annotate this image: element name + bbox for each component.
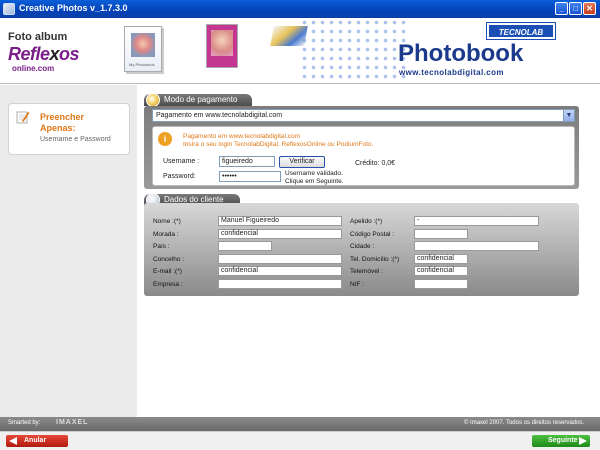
- apelido-label: Apelido :(*): [350, 218, 383, 225]
- username-input[interactable]: figueiredo: [219, 156, 275, 167]
- footer: Smarted by: IMAXEL © Imaxel 2007. Todos …: [0, 417, 600, 431]
- tecnolab-url: www.tecnolabdigital.com: [399, 68, 504, 77]
- tecnolab-logo: TECNOLAB: [487, 23, 555, 39]
- cidade-input[interactable]: [414, 241, 539, 251]
- codigo-postal-label: Código Postal :: [350, 231, 395, 238]
- smarted-by-text: Smarted by:: [8, 420, 41, 426]
- coins-icon: [146, 93, 160, 107]
- imaxel-logo: IMAXEL: [56, 419, 89, 426]
- telemovel-label: Telemóvel :: [350, 268, 383, 275]
- payment-method-select[interactable]: Pagamento em www.tecnolabdigital.com ▼: [152, 109, 575, 122]
- client-form: Nome :(*) Manuel Figueiredo Morada : con…: [144, 203, 579, 296]
- arrow-right-icon: [579, 437, 587, 445]
- payment-box: Pagamento em www.tecnolabdigital.com ▼ i…: [144, 106, 579, 189]
- concelho-label: Concelho :: [153, 256, 185, 263]
- step-box: Preencher Apenas: Username e Password: [8, 103, 130, 155]
- email-input[interactable]: confidencial: [218, 266, 342, 276]
- info-url-text: Pagamento em www.tecnolabdigital.com: [183, 133, 301, 140]
- close-button[interactable]: ✕: [583, 2, 596, 15]
- morada-label: Morada :: [153, 231, 179, 238]
- password-label: Password:: [163, 173, 196, 180]
- nome-input[interactable]: Manuel Figueiredo: [218, 216, 342, 226]
- app-icon: [3, 3, 15, 15]
- copyright-text: © Imaxel 2007. Todos os direitos reserva…: [463, 420, 584, 426]
- decorative-dots: [300, 18, 410, 83]
- apelido-input[interactable]: -: [414, 216, 539, 226]
- payment-section-header: Modo de pagamento: [144, 93, 252, 107]
- email-label: E-mail :(*): [153, 268, 182, 275]
- nif-input[interactable]: [414, 279, 468, 289]
- cidade-label: Cidade :: [350, 243, 375, 250]
- morada-input[interactable]: confidencial: [218, 229, 342, 239]
- navigation-bar: Anular Seguinte: [0, 431, 600, 450]
- title-bar: Creative Photos v_1.7.3.0 _ □ ✕: [0, 0, 600, 18]
- minimize-button[interactable]: _: [555, 2, 568, 15]
- next-button[interactable]: Seguinte: [532, 435, 590, 447]
- photobook-thumbnail-2: [206, 24, 238, 68]
- foto-album-text: Foto album: [8, 31, 68, 43]
- empresa-input[interactable]: [218, 279, 342, 289]
- chevron-down-icon[interactable]: ▼: [563, 110, 574, 121]
- pais-input[interactable]: [218, 241, 272, 251]
- reflexos-online-text: online.com: [12, 64, 55, 73]
- info-icon: i: [158, 132, 172, 146]
- nome-label: Nome :(*): [153, 218, 181, 225]
- maximize-button[interactable]: □: [569, 2, 582, 15]
- credit-text: Crédito: 0,0€: [355, 160, 396, 167]
- sidebar: Preencher Apenas: Username e Password: [0, 85, 137, 417]
- nif-label: NIF :: [350, 281, 365, 288]
- photobook-thumbnail-1: My Photobook: [124, 26, 162, 72]
- login-panel: i Pagamento em www.tecnolabdigital.com I…: [152, 126, 575, 186]
- password-input[interactable]: ••••••: [219, 171, 281, 182]
- pencil-icon: [16, 111, 30, 124]
- username-label: Username :: [163, 158, 200, 165]
- banner: Foto album Reflexos online.com My Photob…: [0, 18, 600, 84]
- arrow-left-icon: [9, 437, 17, 445]
- validation-message: Username validado. Clique em Seguinte.: [285, 170, 344, 185]
- tel-domicilio-input[interactable]: confidencial: [414, 254, 468, 264]
- verify-button[interactable]: Verificar: [279, 156, 325, 168]
- reflexos-logo: Reflexos: [8, 44, 80, 64]
- tel-domicilio-label: Tel. Domicílio :(*): [350, 256, 400, 263]
- empresa-label: Empresa :: [153, 281, 183, 288]
- cancel-button[interactable]: Anular: [6, 435, 68, 447]
- codigo-postal-input[interactable]: [414, 229, 468, 239]
- step-title: Preencher Apenas:: [40, 112, 85, 133]
- step-description: Username e Password: [40, 136, 111, 143]
- window-title: Creative Photos v_1.7.3.0: [19, 3, 128, 13]
- telemovel-input[interactable]: confidencial: [414, 266, 468, 276]
- info-text: Insira o seu login TecnolabDigital, Refl…: [183, 141, 374, 148]
- concelho-input[interactable]: [218, 254, 342, 264]
- pais-label: País :: [153, 243, 170, 250]
- photobook-title: Photobook: [398, 40, 524, 67]
